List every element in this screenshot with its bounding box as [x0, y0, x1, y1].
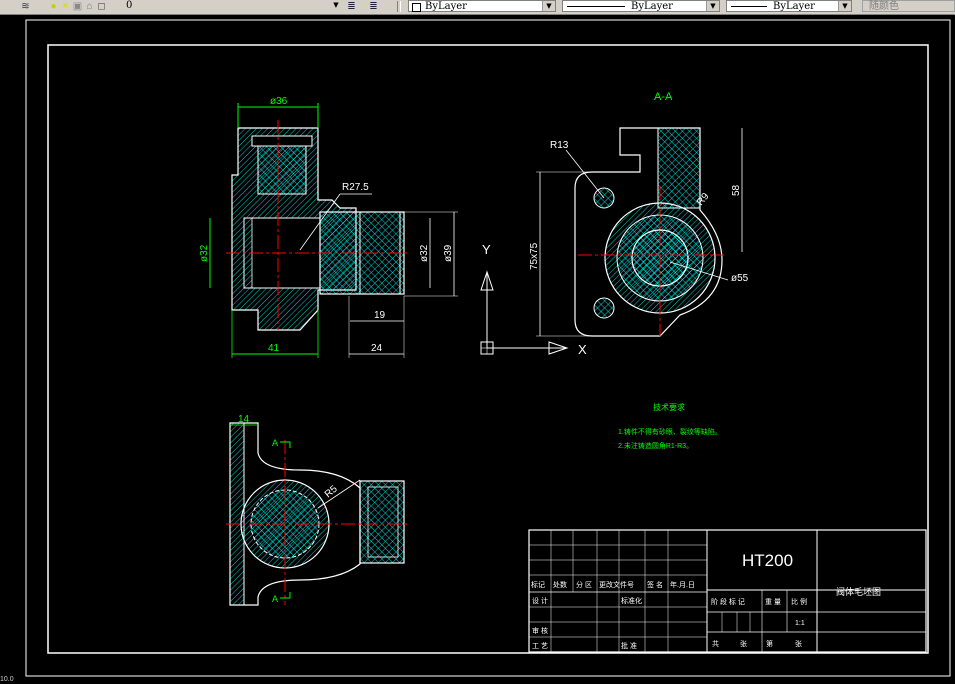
scale-value: 1:1: [795, 620, 805, 627]
row-area: 分 区: [576, 580, 592, 589]
upper-bore-lip: [251, 135, 313, 147]
sheet-label: 张: [740, 639, 747, 648]
dim-text-len24: 24: [371, 343, 383, 354]
chevron-down-icon[interactable]: ▼: [542, 1, 555, 11]
dim-text-dia36: ø36: [270, 96, 288, 107]
sheet-label-2: 张: [795, 639, 802, 648]
designer-label: 设 计: [532, 596, 548, 605]
row-count: 处数: [553, 580, 567, 589]
layer-on-bulb-icon[interactable]: ●: [48, 1, 59, 12]
section-label-a-bottom: A: [272, 594, 278, 604]
linetype-value: ByLayer: [631, 1, 673, 12]
row-marks: 标记: [531, 580, 545, 589]
dim-text-r13: R13: [550, 140, 569, 151]
dim-text-dia32-left: ø32: [199, 244, 210, 262]
sheet-total-label: 共: [712, 639, 719, 648]
part-name-text: 阀体毛坯图: [836, 586, 881, 597]
layer-color-swatch-icon[interactable]: ◻: [96, 1, 107, 12]
section-a-a-view[interactable]: A-A 75x75 58 R13 R9 ø55: [529, 91, 749, 337]
title-block-text: HT200 阀体毛坯图 标记 处数 分 区 更改文件号 签 名 年.月.日 设 …: [531, 551, 881, 650]
row-docno: 更改文件号: [599, 580, 634, 589]
standard-label: 标准化: [621, 596, 642, 605]
layer-previous-icon[interactable]: ≣: [368, 1, 379, 12]
bottom-port-boss: [359, 480, 405, 564]
color-value: ByLayer: [425, 1, 467, 12]
section-top-boss: [657, 127, 701, 209]
layer-lock-icon[interactable]: ⌂: [84, 1, 95, 12]
layer-manager-icon[interactable]: ≋: [20, 1, 31, 12]
lineweight-control-dropdown[interactable]: ByLayer ▼: [726, 0, 852, 12]
plotstyle-control-dropdown: 随颜色: [862, 0, 955, 12]
notes-line-1: 1.铸件不得有砂眼、裂纹等缺陷。: [618, 427, 722, 436]
lineweight-preview: [731, 6, 767, 7]
drawing-canvas[interactable]: ø36 ø32 R27.5 ø32 ø39 19 41 24 Y X A-A 7…: [0, 15, 955, 684]
toolbar-separator: [397, 1, 401, 12]
dim-text-len14: 14: [238, 414, 250, 425]
coordinate-readout: 10.0: [0, 676, 14, 683]
row-date: 年.月.日: [670, 580, 695, 589]
weight-label: 重 量: [765, 598, 781, 606]
drawing-frame: [47, 44, 929, 654]
properties-toolbar: ≋ ● ☀ ▣ ⌂ ◻ 0 ▼ ≣ ≣ ByLayer ▼ ByLayer ▼ …: [0, 0, 955, 15]
lineweight-value: ByLayer: [773, 1, 815, 12]
review-label: 审 核: [532, 626, 548, 635]
linetype-preview: [567, 6, 625, 7]
chevron-down-icon[interactable]: ▼: [838, 1, 851, 11]
dim-text-len19: 19: [374, 310, 386, 321]
layer-value: 0: [126, 0, 133, 11]
dim-text-dia39: ø39: [443, 244, 454, 262]
color-control-dropdown[interactable]: ByLayer ▼: [408, 0, 556, 12]
chevron-down-icon[interactable]: ▼: [706, 1, 719, 11]
plotstyle-value: 随颜色: [869, 1, 899, 12]
dim-text-75x75: 75x75: [529, 242, 540, 270]
bolt-hole-bottom: [593, 297, 615, 319]
ucs-y-label: Y: [482, 242, 491, 257]
notes-line-2: 2.未注铸造圆角R1-R3。: [618, 441, 693, 450]
bottom-view[interactable]: 14 A A R5: [226, 414, 410, 606]
scale-label: 比 例: [791, 597, 807, 606]
process-label: 工 艺: [532, 642, 548, 650]
row-sign: 签 名: [647, 580, 663, 589]
ucs-x-label: X: [578, 342, 587, 357]
technical-requirements[interactable]: 技术要求 1.铸件不得有砂眼、裂纹等缺陷。 2.未注铸造圆角R1-R3。: [618, 402, 722, 450]
dim-text-dia32-right: ø32: [419, 244, 430, 262]
notes-title: 技术要求: [653, 402, 685, 412]
dim-text-len58: 58: [731, 184, 742, 196]
material-text: HT200: [742, 551, 793, 570]
leader-r13: [565, 149, 605, 199]
dim-text-r27-5: R27.5: [342, 182, 369, 193]
section-label-a-top: A: [272, 438, 278, 448]
layer-freeze-sun-icon[interactable]: ☀: [60, 1, 71, 12]
sheet-no-label: 第: [766, 639, 773, 648]
layer-dropdown[interactable]: 0 ▼: [108, 0, 342, 12]
approve-label: 批 准: [621, 641, 637, 650]
front-section-view[interactable]: ø36 ø32 R27.5 ø32 ø39 19 41 24: [199, 96, 458, 358]
layer-vp-freeze-icon[interactable]: ▣: [72, 1, 83, 12]
dim-text-dia55: ø55: [731, 273, 749, 284]
stage-label: 阶 段 标 记: [711, 597, 745, 606]
make-object-layer-current-icon[interactable]: ≣: [346, 1, 357, 12]
color-swatch-icon: [412, 3, 421, 12]
chevron-down-icon[interactable]: ▼: [330, 0, 342, 10]
dim-text-len41: 41: [268, 343, 280, 354]
view-title-a-a: A-A: [654, 91, 673, 103]
linetype-control-dropdown[interactable]: ByLayer ▼: [562, 0, 720, 12]
dim-text-r5: R5: [323, 483, 340, 500]
